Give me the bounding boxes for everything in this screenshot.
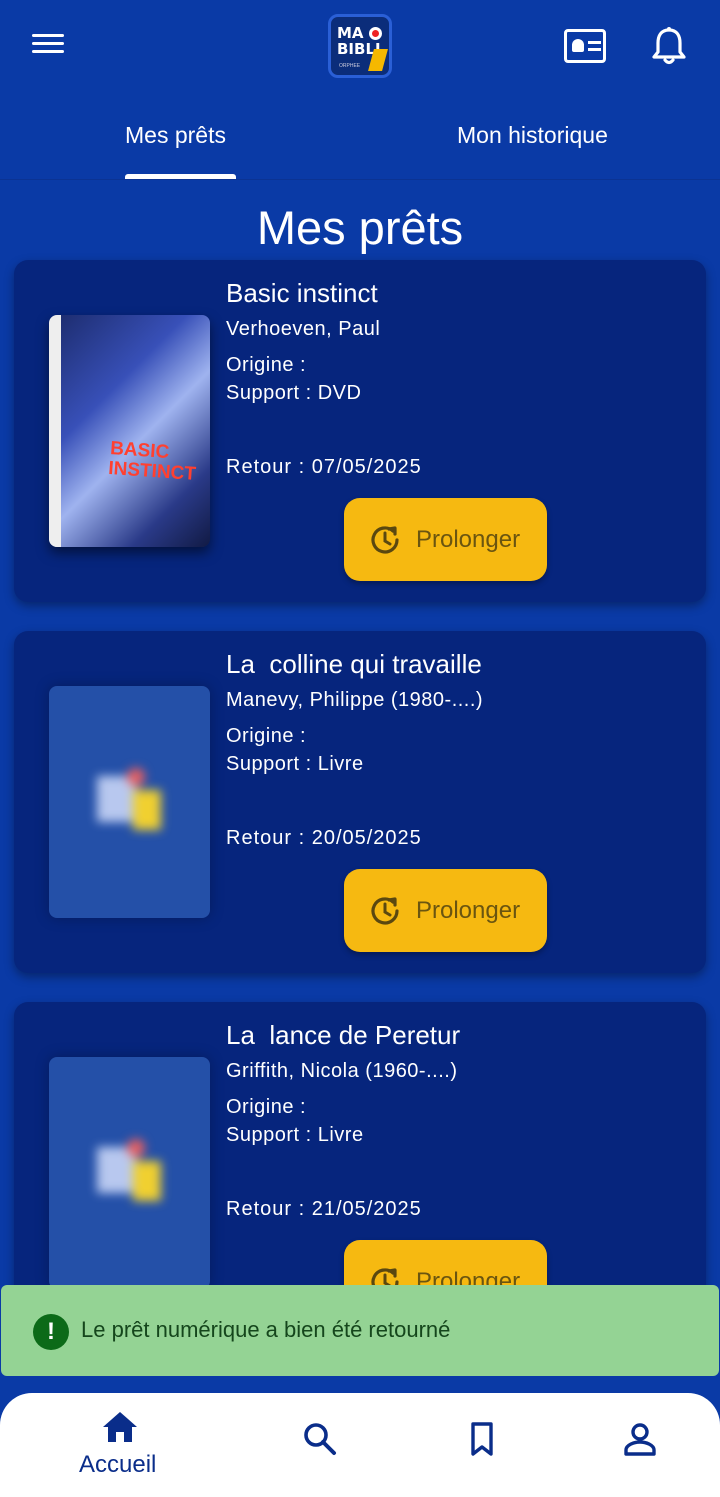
menu-icon[interactable] xyxy=(30,30,68,64)
loan-support: Support : Livre xyxy=(226,1124,364,1146)
loan-origin: Origine : xyxy=(226,725,307,747)
prolong-button-label: Prolonger xyxy=(416,897,521,924)
app-logo[interactable]: MA BIBLI ORPHEE xyxy=(328,14,392,78)
search-icon xyxy=(304,1423,336,1455)
id-card-icon[interactable] xyxy=(564,29,606,63)
home-icon xyxy=(103,1412,137,1442)
tab-mes-prets[interactable]: Mes prêts xyxy=(125,122,226,149)
logo-text: MA BIBLI xyxy=(337,24,381,58)
loan-author: Manevy, Philippe (1980-....) xyxy=(226,689,484,711)
renew-clock-icon xyxy=(371,897,399,925)
cover-text: BASIC INSTINCT xyxy=(107,437,197,485)
loan-author: Griffith, Nicola (1960-....) xyxy=(226,1060,458,1082)
tab-mon-historique[interactable]: Mon historique xyxy=(457,122,608,149)
nav-bookmark[interactable] xyxy=(458,1393,506,1497)
loan-title[interactable]: La lance de Peretur xyxy=(226,1020,460,1051)
loan-card: La colline qui travaille Manevy, Philipp… xyxy=(14,631,706,973)
nav-home[interactable]: Accueil xyxy=(76,1393,164,1497)
cover-placeholder-image[interactable] xyxy=(49,686,210,918)
prolong-button[interactable]: Prolonger xyxy=(344,498,547,581)
cover-placeholder-image[interactable] xyxy=(49,1057,210,1289)
prolong-button-label: Prolonger xyxy=(416,526,521,553)
bottom-navigation: Accueil xyxy=(0,1393,720,1497)
nav-search[interactable] xyxy=(296,1393,344,1497)
tab-bar: Mes prêts Mon historique xyxy=(0,92,720,180)
loan-origin: Origine : xyxy=(226,1096,307,1118)
loan-author: Verhoeven, Paul xyxy=(226,318,381,340)
loan-card: BASIC INSTINCT Basic instinct Verhoeven,… xyxy=(14,260,706,602)
alert-circle-icon: ! xyxy=(33,1314,69,1350)
loan-return-date: Retour : 20/05/2025 xyxy=(226,827,422,849)
cover-image[interactable]: BASIC INSTINCT xyxy=(49,315,210,547)
page-title: Mes prêts xyxy=(256,201,464,254)
prolong-button[interactable]: Prolonger xyxy=(344,869,547,952)
loan-origin: Origine : xyxy=(226,354,307,376)
loan-title[interactable]: La colline qui travaille xyxy=(226,649,482,680)
loan-return-date: Retour : 07/05/2025 xyxy=(226,456,422,478)
nav-home-label: Accueil xyxy=(79,1451,157,1478)
loan-title[interactable]: Basic instinct xyxy=(226,278,378,309)
renew-clock-icon xyxy=(371,526,399,554)
snackbar-message: Le prêt numérique a bien été retourné xyxy=(81,1317,451,1342)
snackbar: ! Le prêt numérique a bien été retourné xyxy=(1,1285,719,1376)
app-header: MA BIBLI ORPHEE xyxy=(0,0,720,92)
account-icon xyxy=(624,1423,656,1456)
logo-subtext: ORPHEE xyxy=(339,63,361,69)
loan-return-date: Retour : 21/05/2025 xyxy=(226,1198,422,1220)
bookmark-icon xyxy=(471,1422,493,1456)
loan-support: Support : DVD xyxy=(226,382,362,404)
bell-icon[interactable] xyxy=(650,26,688,66)
loan-support: Support : Livre xyxy=(226,753,364,775)
tab-active-indicator xyxy=(125,174,236,179)
nav-account[interactable] xyxy=(616,1393,664,1497)
